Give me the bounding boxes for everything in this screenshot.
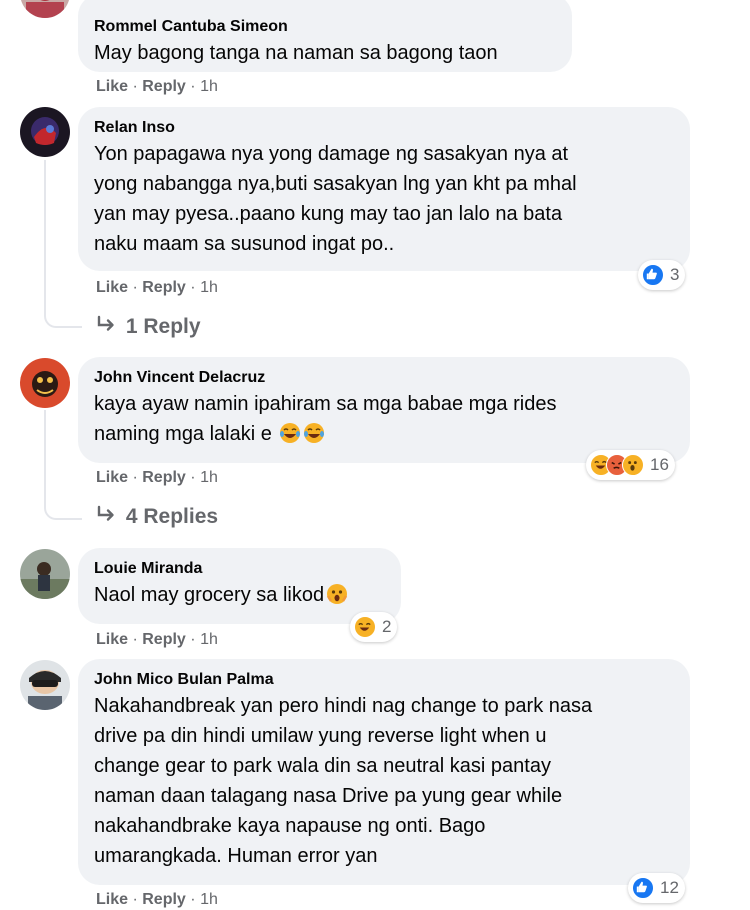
avatar[interactable]	[20, 660, 70, 710]
comment-author[interactable]: Louie Miranda	[94, 558, 385, 580]
comment-text-line: nakahandbrake kaya napause ng onti. Bago	[94, 815, 486, 837]
comment-text-line: umarangkada. Human error yan	[94, 845, 378, 867]
reaction-summary[interactable]: 2	[350, 612, 398, 642]
comment-actions: Like · Reply · 1h	[96, 630, 218, 650]
comment-bubble: John Mico Bulan Palma Nakahandbreak yan …	[78, 659, 690, 885]
reaction-summary[interactable]: 12	[628, 873, 685, 903]
reply-button[interactable]: Reply	[142, 78, 186, 95]
comment-bubble: Rommel Cantuba Simeon May bagong tanga n…	[78, 0, 572, 72]
like-button[interactable]: Like	[96, 891, 128, 908]
comment-text-line: Nakahandbreak yan pero hindi nag change …	[94, 695, 593, 717]
reaction-count: 3	[670, 265, 680, 284]
separator: ·	[190, 279, 196, 296]
timestamp[interactable]: 1h	[200, 891, 218, 908]
reaction-summary[interactable]: 3	[638, 260, 686, 290]
thread-line	[44, 160, 46, 310]
comment-actions: Like · Reply · 1h	[96, 468, 218, 488]
replies-count-label[interactable]: 1 Reply	[126, 315, 201, 338]
separator: ·	[190, 891, 196, 908]
avatar[interactable]	[20, 549, 70, 599]
reaction-summary[interactable]: 16	[586, 450, 675, 480]
reply-button[interactable]: Reply	[142, 469, 186, 486]
reply-arrow-icon	[96, 504, 120, 530]
thread-connector	[44, 290, 82, 328]
like-button[interactable]: Like	[96, 631, 128, 648]
comment-author[interactable]: John Mico Bulan Palma	[94, 669, 674, 691]
astonished-face-emoji	[326, 583, 348, 605]
comment-author[interactable]: Rommel Cantuba Simeon	[94, 16, 556, 38]
timestamp[interactable]: 1h	[200, 279, 218, 296]
separator: ·	[132, 469, 138, 486]
avatar[interactable]	[20, 358, 70, 408]
reply-button[interactable]: Reply	[142, 631, 186, 648]
separator: ·	[190, 631, 196, 648]
avatar[interactable]	[20, 0, 70, 18]
reply-button[interactable]: Reply	[142, 891, 186, 908]
haha-icon	[354, 616, 376, 638]
comment-text-line: naku maam sa susunod ingat po..	[94, 233, 395, 255]
timestamp[interactable]: 1h	[200, 78, 218, 95]
reply-arrow-icon	[96, 314, 120, 340]
comment-text-line-with-emoji: Naol may grocery sa likod	[94, 580, 385, 610]
separator: ·	[132, 891, 138, 908]
laughing-tears-emoji	[303, 422, 325, 444]
like-icon	[642, 264, 664, 286]
separator: ·	[190, 469, 196, 486]
like-button[interactable]: Like	[96, 78, 128, 95]
comment-text-line: naman daan talagang nasa Drive pa yung g…	[94, 785, 563, 807]
replies-count-label[interactable]: 4 Replies	[126, 505, 218, 528]
timestamp[interactable]: 1h	[200, 631, 218, 648]
comment-actions: Like · Reply · 1h	[96, 278, 218, 298]
timestamp[interactable]: 1h	[200, 469, 218, 486]
reply-button[interactable]: Reply	[142, 279, 186, 296]
comment-text: Naol may grocery sa likod	[94, 584, 325, 606]
reaction-count: 12	[660, 878, 679, 897]
avatar[interactable]	[20, 107, 70, 157]
comment-bubble: John Vincent Delacruz kaya ayaw namin ip…	[78, 357, 690, 463]
like-icon	[632, 877, 654, 899]
reaction-count: 16	[650, 455, 669, 474]
laughing-tears-emoji	[279, 422, 301, 444]
comment-text-line-with-emoji: naming mga lalaki e	[94, 419, 674, 449]
reaction-count: 2	[382, 617, 392, 636]
comment-text-line: kaya ayaw namin ipahiram sa mga babae mg…	[94, 393, 557, 415]
comment-text-line: yan may pyesa..paano kung may tao jan la…	[94, 203, 563, 225]
comment-text-line: Yon papagawa nya yong damage ng sasakyan…	[94, 143, 569, 165]
comment-text-line: naming mga lalaki e	[94, 423, 272, 445]
like-button[interactable]: Like	[96, 469, 128, 486]
comment-bubble: Louie Miranda Naol may grocery sa likod	[78, 548, 401, 624]
comment-author[interactable]: Relan Inso	[94, 117, 674, 139]
wow-icon	[622, 454, 644, 476]
like-button[interactable]: Like	[96, 279, 128, 296]
view-replies-link[interactable]: 4 Replies	[96, 504, 218, 530]
comment-text-line: change gear to park wala din sa neutral …	[94, 755, 551, 777]
separator: ·	[132, 631, 138, 648]
separator: ·	[132, 78, 138, 95]
comment-text-line: yong nabangga nya,buti sasakyan lng yan …	[94, 173, 577, 195]
comment-text: May bagong tanga na naman sa bagong taon	[94, 42, 498, 64]
comment-bubble: Relan Inso Yon papagawa nya yong damage …	[78, 107, 690, 271]
comment-actions: Like · Reply · 1h	[96, 77, 218, 97]
comment-author[interactable]: John Vincent Delacruz	[94, 367, 674, 389]
view-replies-link[interactable]: 1 Reply	[96, 314, 201, 340]
separator: ·	[190, 78, 196, 95]
thread-connector	[44, 482, 82, 520]
comment-actions: Like · Reply · 1h	[96, 890, 218, 910]
separator: ·	[132, 279, 138, 296]
comment-text-line: drive pa din hindi umilaw yung reverse l…	[94, 725, 547, 747]
